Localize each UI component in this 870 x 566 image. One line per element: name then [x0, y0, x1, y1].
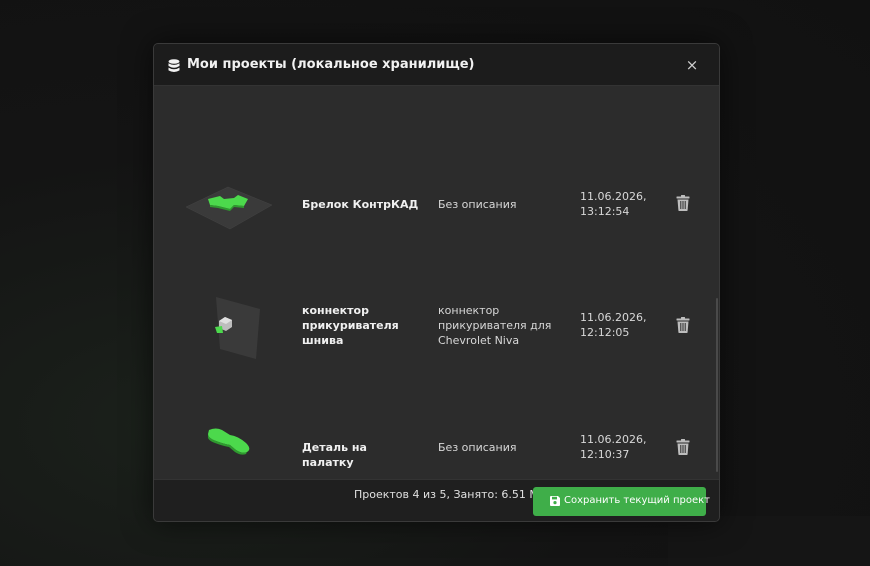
trash-icon[interactable]	[676, 317, 690, 333]
modal-footer: Проектов 4 из 5, Занято: 6.51 МБ Сохрани…	[154, 479, 719, 521]
project-name: Брелок КонтрКАД	[302, 198, 419, 211]
trash-icon[interactable]	[676, 439, 690, 455]
project-date-day: 11.06.2026,	[580, 190, 647, 203]
project-date: 11.06.2026, 12:10:37	[580, 432, 652, 462]
project-date-time: 12:10:37	[580, 448, 630, 461]
scrollbar-thumb[interactable]	[716, 298, 718, 472]
project-date: 11.06.2026, 13:12:54	[580, 189, 652, 219]
project-thumbnail	[207, 428, 250, 455]
project-date: 11.06.2026, 12:12:05	[580, 310, 652, 340]
floppy-disk-icon	[550, 496, 560, 506]
project-date-day: 11.06.2026,	[580, 311, 647, 324]
save-project-button[interactable]: Сохранить текущий проект	[533, 487, 710, 516]
project-name: коннектор прикуривателя шнива	[302, 304, 399, 347]
save-project-label: Сохранить текущий проект	[564, 495, 710, 506]
project-thumbnail	[215, 297, 260, 359]
modal-title: Мои проекты (локальное хранилище)	[187, 57, 475, 72]
projects-list[interactable]: Брелок КонтрКАД Без описания 11.06.2026,…	[154, 86, 719, 479]
project-date-day: 11.06.2026,	[580, 433, 647, 446]
close-button[interactable]: ×	[682, 55, 702, 75]
storage-stats: Проектов 4 из 5, Занято: 6.51 МБ	[354, 488, 547, 501]
project-description: коннектор прикуривателя для Chevrolet Ni…	[438, 304, 552, 347]
background-status-panel	[668, 516, 870, 566]
modal-header: Мои проекты (локальное хранилище) ×	[154, 44, 719, 86]
project-row[interactable]: коннектор прикуривателя шнива коннектор …	[154, 261, 713, 381]
trash-icon[interactable]	[676, 195, 690, 211]
database-icon	[168, 59, 180, 72]
project-row[interactable]: Деталь на палатку Без описания 11.06.202…	[154, 381, 713, 479]
project-description: Без описания	[438, 441, 517, 454]
project-thumbnail	[185, 186, 273, 230]
project-name: Деталь на палатку	[302, 441, 367, 469]
project-row[interactable]: Брелок КонтрКАД Без описания 11.06.2026,…	[154, 141, 713, 261]
project-description: Без описания	[438, 198, 517, 211]
projects-modal: Мои проекты (локальное хранилище) × Брел…	[153, 43, 720, 522]
project-date-time: 12:12:05	[580, 326, 630, 339]
project-date-time: 13:12:54	[580, 205, 630, 218]
close-icon: ×	[685, 56, 699, 74]
